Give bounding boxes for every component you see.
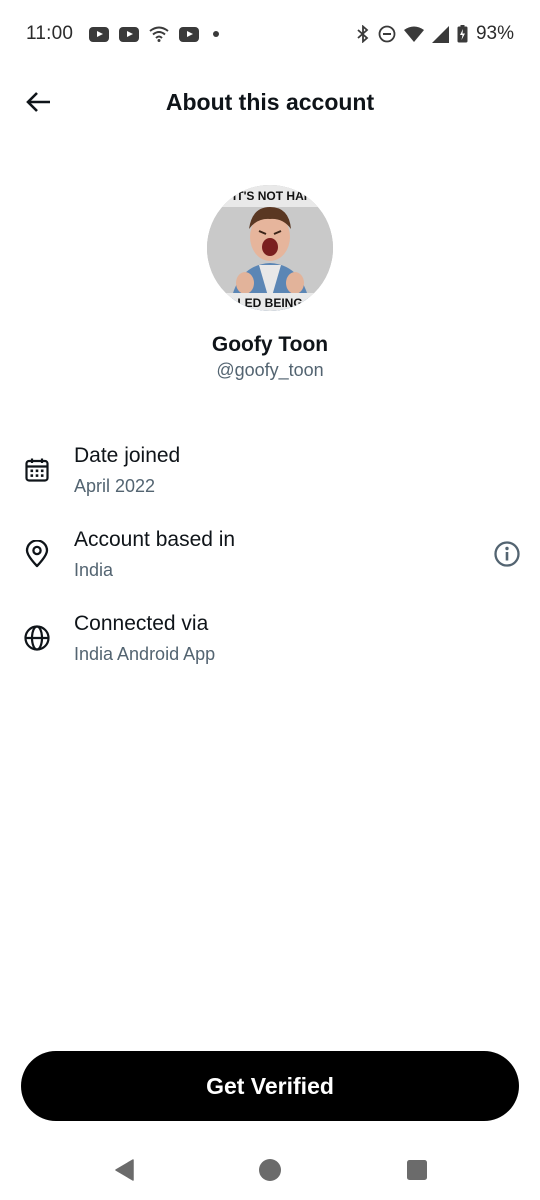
battery-icon <box>457 25 468 43</box>
back-button[interactable] <box>22 86 54 118</box>
nav-back-icon <box>115 1159 134 1181</box>
page-title: About this account <box>165 88 375 115</box>
info-label: Date joined <box>74 444 181 467</box>
info-row-account-based-in: Account based in India <box>0 528 540 598</box>
info-icon <box>494 541 520 567</box>
youtube-icon <box>119 26 140 42</box>
status-bar: 11:00 93% <box>0 0 540 68</box>
avatar-caption-bottom: LED BEING <box>237 296 302 310</box>
info-value: India <box>74 560 114 580</box>
bluetooth-icon <box>357 25 369 43</box>
info-row-date-joined: Date joined April 2022 <box>0 444 540 514</box>
nav-home-icon <box>259 1159 281 1181</box>
youtube-icon <box>89 26 110 42</box>
system-navigation-bar <box>0 1138 540 1200</box>
profile-avatar: IT'S NOT HAI LED BEING <box>207 185 333 311</box>
nav-home-button[interactable] <box>256 1156 284 1184</box>
avatar-image: IT'S NOT HAI LED BEING <box>207 185 333 311</box>
get-verified-button[interactable]: Get Verified <box>21 1051 519 1121</box>
display-name: Goofy Toon <box>211 333 329 356</box>
location-pin-icon <box>22 539 52 569</box>
battery-percentage: 93% <box>475 23 514 44</box>
calendar-icon <box>22 455 52 485</box>
username-handle: @goofy_toon <box>216 360 324 380</box>
wifi-icon <box>149 26 169 42</box>
nav-recents-button[interactable] <box>403 1156 431 1184</box>
status-notification-icons <box>89 26 220 42</box>
globe-icon <box>22 623 52 653</box>
info-label: Account based in <box>74 528 236 551</box>
status-system-icons: 93% <box>356 23 514 45</box>
nav-recents-icon <box>407 1160 427 1180</box>
info-value: India Android App <box>74 644 216 664</box>
info-row-connected-via: Connected via India Android App <box>0 612 540 682</box>
do-not-disturb-icon <box>378 25 396 43</box>
avatar-caption-top: IT'S NOT HAI <box>233 189 307 203</box>
status-time: 11:00 <box>26 23 74 44</box>
account-location-info-button[interactable] <box>492 539 522 569</box>
info-value: April 2022 <box>74 476 156 496</box>
notification-dot <box>213 31 220 37</box>
signal-icon <box>431 25 449 43</box>
wifi-icon <box>403 26 424 42</box>
youtube-icon <box>179 26 200 42</box>
arrow-left-icon <box>26 92 50 112</box>
info-label: Connected via <box>74 612 209 635</box>
top-app-bar: About this account <box>0 70 540 134</box>
nav-back-button[interactable] <box>110 1156 138 1184</box>
